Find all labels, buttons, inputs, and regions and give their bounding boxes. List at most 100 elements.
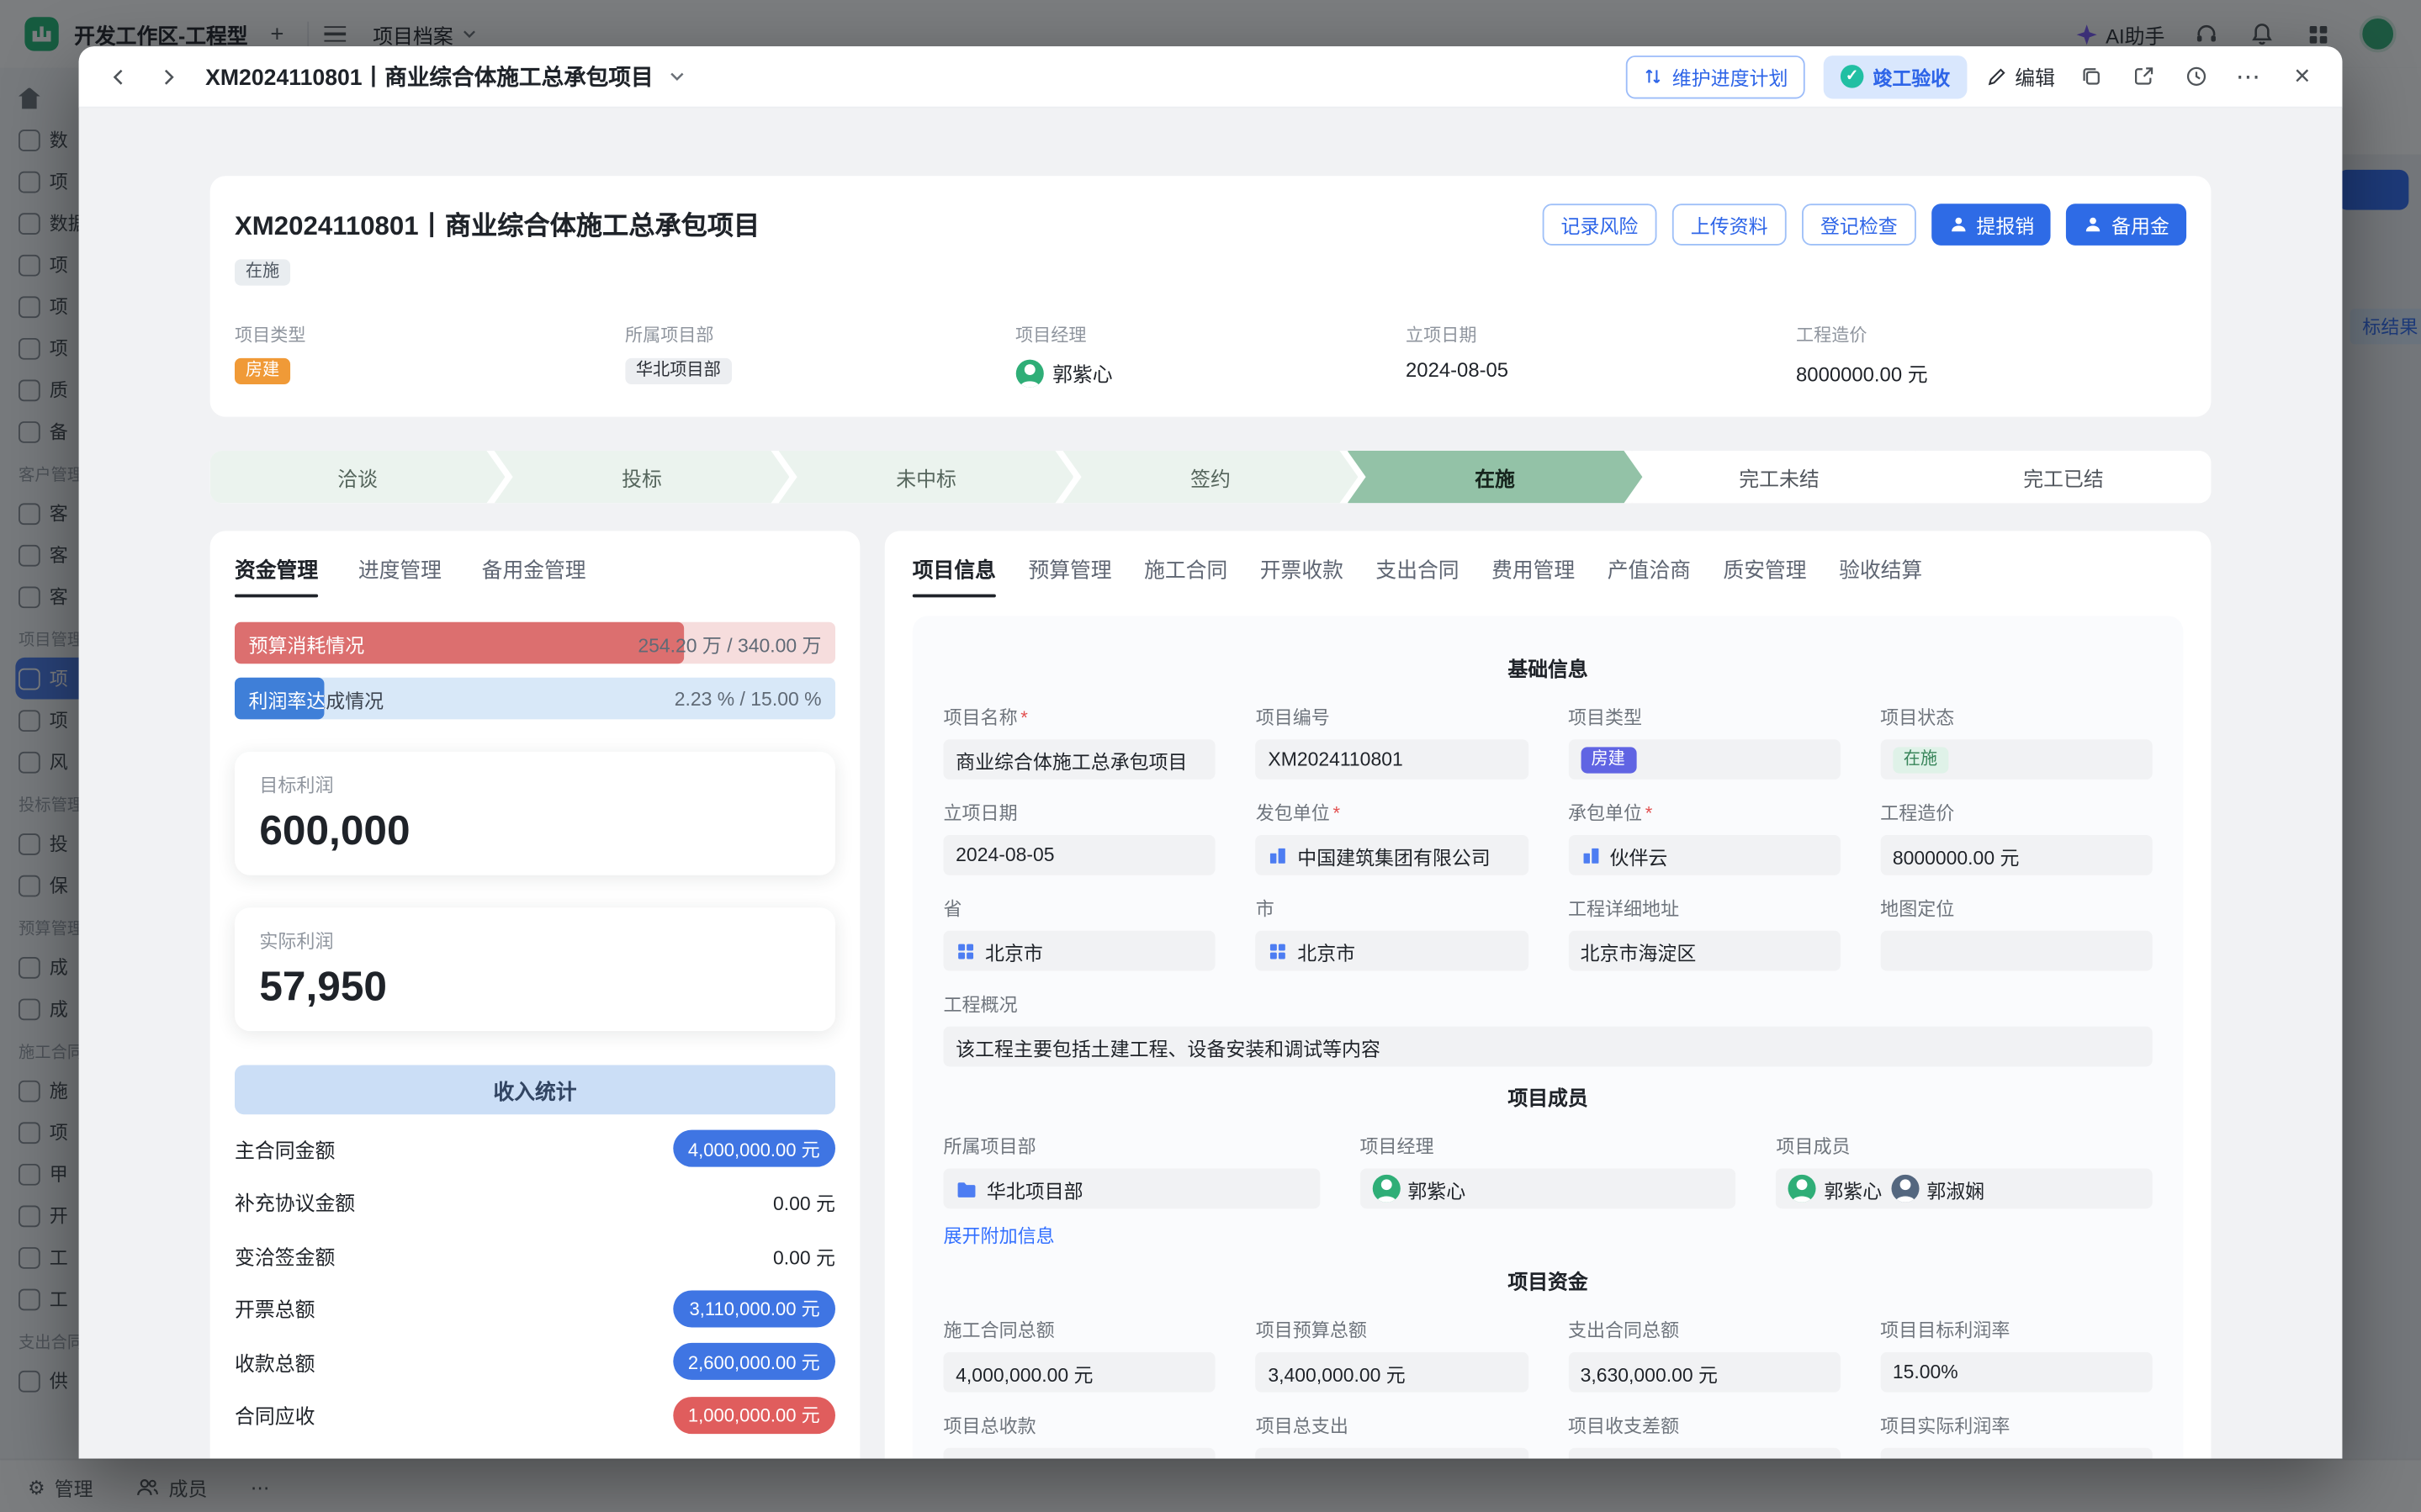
petty-cash-button[interactable]: 备用金 [2067, 204, 2186, 246]
field-map-location: 地图定位 [1880, 896, 2153, 971]
tab[interactable]: 费用管理 [1491, 552, 1575, 597]
section-title-members: 项目成员 [943, 1082, 2152, 1112]
project-info-panel: 项目信息预算管理施工合同开票收款支出合同费用管理产值洽商质安管理验收结算 基础信… [885, 531, 2212, 1458]
stage-item[interactable]: 未中标 [779, 451, 1074, 503]
section-title-basic: 基础信息 [943, 653, 2152, 682]
project-code-input[interactable]: XM2024110801 [1256, 739, 1528, 780]
edit-button[interactable]: 编辑 [1985, 61, 2055, 91]
tab[interactable]: 施工合同 [1144, 552, 1227, 597]
person-icon [1948, 214, 1968, 235]
profit-rate-bar: 利润率达成情况 利润率达成情况 2.23 % / 15.00 % [235, 678, 835, 720]
tab[interactable]: 备用金管理 [482, 552, 586, 597]
field-project-status: 项目状态 在施 [1880, 704, 2153, 780]
amount-row: 收款总额 2,600,000.00 元 [235, 1335, 835, 1388]
city-input[interactable]: 北京市 [1256, 931, 1528, 971]
fund-value-input[interactable]: 3,400,000.00 元 [1256, 1352, 1528, 1393]
actual-profit-card: 实际利润 57,950 [235, 907, 835, 1031]
project-type-tag: 房建 [1581, 746, 1636, 772]
fund-value-input[interactable]: 57,950.00 元 [1568, 1448, 1841, 1459]
project-manager-input[interactable]: 郭紫心 [1359, 1168, 1735, 1208]
hero-field-department: 所属项目部 华北项目部 [625, 323, 1015, 388]
project-status-input[interactable]: 在施 [1880, 739, 2153, 780]
project-members-input[interactable]: 郭紫心 郭淑娴 [1776, 1168, 2152, 1208]
expand-extra-info-link[interactable]: 展开附加信息 [943, 1223, 1054, 1249]
maintain-schedule-button[interactable]: 维护进度计划 [1626, 55, 1805, 98]
fund-field: 项目总收款 2,600,000.00 元 [943, 1412, 1216, 1458]
fund-value-input[interactable]: 15.00% [1880, 1352, 2153, 1393]
upload-files-button[interactable]: 上传资料 [1672, 204, 1787, 246]
field-start-date: 立项日期 2024-08-05 [943, 800, 1216, 875]
department-tag: 华北项目部 [625, 358, 732, 384]
completion-acceptance-button[interactable]: ✓ 竣工验收 [1824, 55, 1968, 98]
project-overview-input[interactable]: 该工程主要包括土建工程、设备安装和调试等内容 [943, 1027, 2152, 1067]
tab[interactable]: 进度管理 [358, 552, 442, 597]
owner-unit-input[interactable]: 中国建筑集团有限公司 [1256, 835, 1528, 875]
amount-row-list: 主合同金额 4,000,000.00 元 补充协议金额 0.00 元 变洽签金额… [235, 1122, 835, 1441]
field-department: 所属项目部 华北项目部 展开附加信息 [943, 1133, 1319, 1250]
funds-grid: 施工合同总额 4,000,000.00 元 项目预算总额 3,400,000.0… [943, 1317, 2152, 1459]
tab[interactable]: 质安管理 [1723, 552, 1806, 597]
register-inspection-button[interactable]: 登记检查 [1802, 204, 1916, 246]
fund-value-input[interactable]: 3,630,000.00 元 [1568, 1352, 1841, 1393]
fund-value-input[interactable]: 4,000,000.00 元 [943, 1352, 1216, 1393]
tab[interactable]: 预算管理 [1028, 552, 1111, 597]
copy-icon[interactable] [2074, 60, 2107, 93]
stage-item[interactable]: 完工未结 [1632, 451, 1927, 503]
start-date-input[interactable]: 2024-08-05 [943, 835, 1216, 875]
submit-expense-button[interactable]: 提报销 [1931, 204, 2051, 246]
field-project-cost: 工程造价 8000000.00 元 [1880, 800, 2153, 875]
left-panel-tabs: 资金管理进度管理备用金管理 [235, 552, 835, 597]
project-type-input[interactable]: 房建 [1568, 739, 1841, 780]
address-input[interactable]: 北京市海淀区 [1568, 931, 1841, 971]
avatar [1891, 1175, 1919, 1203]
more-actions-icon[interactable]: ⋯ [2231, 60, 2265, 93]
tab[interactable]: 验收结算 [1839, 552, 1922, 597]
project-summary-card: XM2024110801丨商业综合体施工总承包项目 在施 记录风险 上传资料 登… [210, 176, 2212, 416]
field-province: 省 北京市 [943, 896, 1216, 971]
stage-item[interactable]: 签约 [1063, 451, 1359, 503]
close-icon[interactable]: × [2284, 58, 2321, 95]
stage-item[interactable]: 洽谈 [210, 451, 506, 503]
stage-item[interactable]: 在施 [1348, 451, 1643, 503]
region-grid-icon [956, 941, 976, 961]
project-name-input[interactable]: 商业综合体施工总承包项目 [943, 739, 1216, 780]
forward-button[interactable] [150, 58, 187, 95]
stage-item[interactable]: 投标 [495, 451, 790, 503]
avatar [1372, 1175, 1400, 1203]
tab[interactable]: 资金管理 [235, 552, 318, 597]
tab[interactable]: 开票收款 [1260, 552, 1343, 597]
stage-item[interactable]: 完工已结 [1916, 451, 2212, 503]
tab[interactable]: 产值洽商 [1608, 552, 1691, 597]
back-button[interactable] [100, 58, 137, 95]
pencil-icon [1985, 66, 2007, 87]
tab[interactable]: 支出合同 [1375, 552, 1459, 597]
province-input[interactable]: 北京市 [943, 931, 1216, 971]
building-icon [1268, 845, 1288, 865]
title-dropdown-icon[interactable] [669, 68, 686, 85]
amount-row: 开票总额 3,110,000.00 元 [235, 1282, 835, 1335]
fund-value-input[interactable]: 2.23% [1880, 1448, 2153, 1459]
record-risk-button[interactable]: 记录风险 [1543, 204, 1657, 246]
tab[interactable]: 项目信息 [913, 552, 996, 597]
record-title: XM2024110801丨商业综合体施工总承包项目 [205, 61, 653, 93]
income-stats-button[interactable]: 收入统计 [235, 1065, 835, 1114]
project-cost-input[interactable]: 8000000.00 元 [1880, 835, 2153, 875]
fund-field: 项目目标利润率 15.00% [1880, 1317, 2153, 1393]
field-project-members: 项目成员 郭紫心 郭淑娴 [1776, 1133, 2152, 1250]
field-project-overview: 工程概况 该工程主要包括土建工程、设备安装和调试等内容 [943, 991, 2152, 1066]
field-project-code: 项目编号 XM2024110801 [1256, 704, 1528, 780]
folder-icon [956, 1178, 977, 1198]
department-input[interactable]: 华北项目部 [943, 1168, 1319, 1208]
map-location-input[interactable] [1880, 931, 2153, 971]
fund-value-input[interactable]: 2,542,050.00 元 [1256, 1448, 1528, 1459]
share-icon[interactable] [2126, 60, 2159, 93]
field-address: 工程详细地址 北京市海淀区 [1568, 896, 1841, 971]
project-status-tag: 在施 [1893, 746, 1948, 772]
fund-field: 项目实际利润率 2.23% [1880, 1412, 2153, 1458]
hero-field-project-type: 项目类型 房建 [235, 323, 625, 388]
contractor-unit-input[interactable]: 伙伴云 [1568, 835, 1841, 875]
region-grid-icon [1268, 941, 1288, 961]
field-project-type: 项目类型 房建 [1568, 704, 1841, 780]
fund-value-input[interactable]: 2,600,000.00 元 [943, 1448, 1216, 1459]
history-clock-icon[interactable] [2179, 60, 2212, 93]
